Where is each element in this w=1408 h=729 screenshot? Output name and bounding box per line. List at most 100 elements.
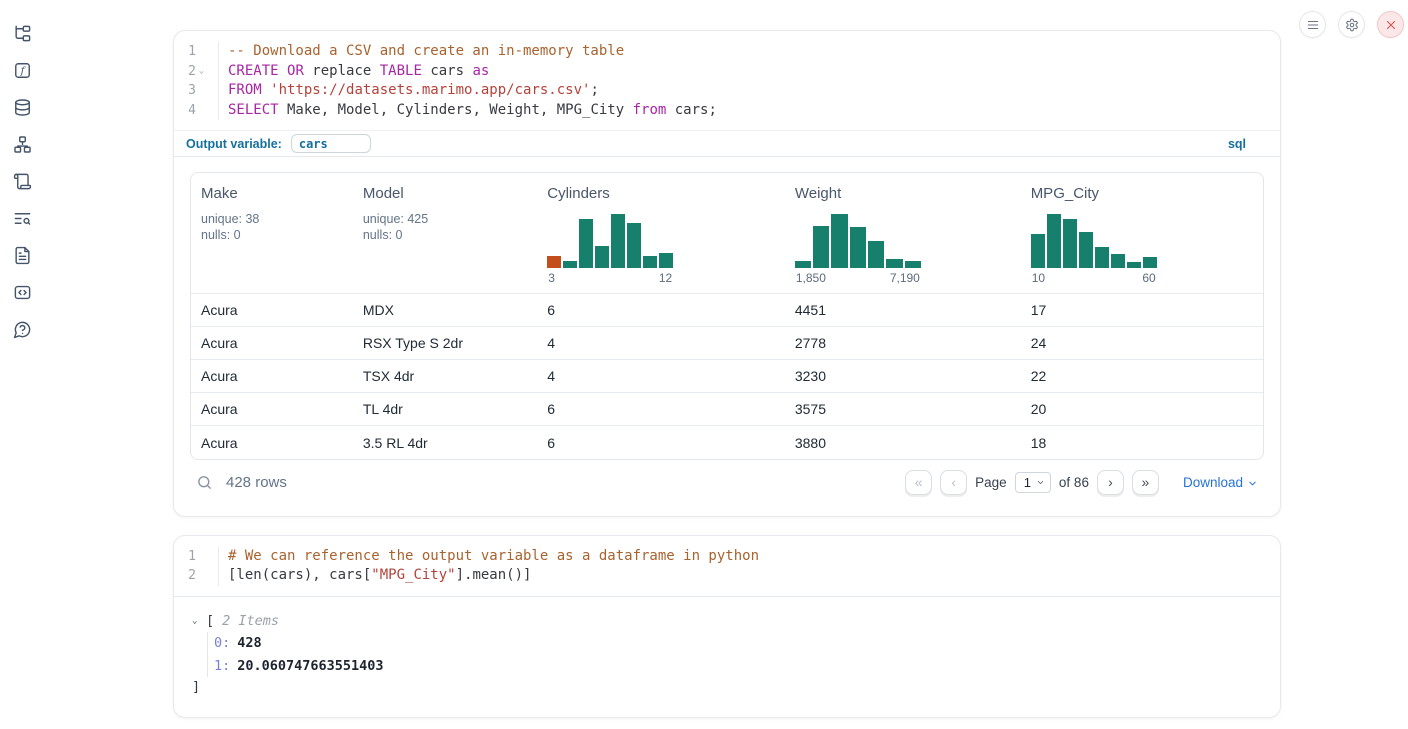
table-cell: Acura	[191, 294, 353, 327]
output-variable-label: Output variable:	[186, 137, 282, 151]
line-number-gutter: 1	[174, 547, 219, 567]
prev-page-button[interactable]: ‹	[940, 470, 967, 495]
code-line: 4SELECT Make, Model, Cylinders, Weight, …	[174, 101, 1280, 121]
column-name: Weight	[795, 185, 1011, 202]
table-cell: MDX	[353, 294, 537, 327]
histogram-axis: 312	[547, 271, 673, 285]
table-cell: TSX 4dr	[353, 360, 537, 393]
line-number: 2	[174, 62, 196, 82]
chevrons-left-icon: «	[915, 475, 923, 489]
python-cell-output: ⌄ [ 2 Items 0:4281:20.060747663551403 ]	[174, 596, 1280, 717]
output-variable-input[interactable]	[291, 134, 371, 153]
axis-min-label: 1,850	[796, 271, 826, 285]
list-items: 0:4281:20.060747663551403	[207, 632, 1264, 677]
database-icon[interactable]	[12, 97, 32, 117]
table-cell: 3575	[785, 393, 1021, 426]
code-token: # We can reference the output variable a…	[228, 548, 759, 564]
row-count: 428 rows	[226, 474, 287, 491]
axis-min-label: 3	[548, 271, 555, 285]
line-number: 1	[174, 42, 196, 62]
scratchpad-icon[interactable]	[12, 171, 32, 191]
help-icon[interactable]	[12, 319, 32, 339]
code-text: [len(cars), cars["MPG_City"].mean()]	[219, 566, 531, 586]
table-row[interactable]: AcuraTSX 4dr4323022	[191, 360, 1263, 393]
table-header-row: Makeunique: 38nulls: 0Modelunique: 425nu…	[191, 173, 1263, 294]
table-cell: 20	[1021, 393, 1263, 426]
last-page-button[interactable]: »	[1132, 470, 1159, 495]
axis-max-label: 60	[1142, 271, 1155, 285]
table-cell: 18	[1021, 426, 1263, 459]
histogram-bar	[627, 223, 641, 268]
search-icon[interactable]	[196, 474, 213, 491]
column-header[interactable]: Makeunique: 38nulls: 0	[191, 173, 353, 294]
table-cell: 3880	[785, 426, 1021, 459]
histogram-bar	[868, 241, 884, 268]
code-line: 3FROM 'https://datasets.marimo.app/cars.…	[174, 81, 1280, 101]
snippets-icon[interactable]	[12, 282, 32, 302]
close-bracket: ]	[192, 677, 1264, 697]
code-token: "MPG_City"	[371, 567, 455, 583]
table-row[interactable]: AcuraRSX Type S 2dr4277824	[191, 327, 1263, 360]
table-cell: 24	[1021, 327, 1263, 360]
menu-icon[interactable]	[1299, 11, 1326, 38]
column-stat: unique: 425	[363, 212, 527, 226]
code-token: OR	[287, 63, 304, 79]
histogram-bar	[1031, 234, 1045, 268]
fold-chevron-icon[interactable]: ⌄	[196, 62, 207, 82]
histogram-bar	[1143, 257, 1157, 268]
table-row[interactable]: AcuraTL 4dr6357520	[191, 393, 1263, 426]
documentation-icon[interactable]	[12, 245, 32, 265]
language-tag: sql	[1228, 137, 1246, 151]
sql-code-editor[interactable]: 1 -- Download a CSV and create an in-memo…	[174, 31, 1280, 130]
file-tree-icon[interactable]	[12, 23, 32, 43]
code-line: 1 # We can reference the output variable …	[174, 547, 1280, 567]
chevron-down-icon	[1247, 478, 1258, 489]
histogram-bar	[886, 259, 902, 268]
histogram-bar	[1095, 247, 1109, 268]
histogram-bar	[1127, 262, 1141, 268]
table-cell: 4451	[785, 294, 1021, 327]
column-header[interactable]: Cylinders312	[537, 173, 785, 294]
sql-cell: 1 -- Download a CSV and create an in-memo…	[173, 30, 1281, 517]
python-code-editor[interactable]: 1 # We can reference the output variable …	[174, 536, 1280, 596]
histogram-axis: 1,8507,190	[795, 271, 921, 285]
dependency-graph-icon[interactable]	[12, 134, 32, 154]
page-total: of 86	[1059, 475, 1089, 490]
table-cell: 3230	[785, 360, 1021, 393]
column-stat: unique: 38	[201, 212, 343, 226]
page-select[interactable]: 1	[1015, 472, 1051, 493]
line-number: 2	[174, 566, 196, 586]
axis-min-label: 10	[1032, 271, 1045, 285]
settings-gear-icon[interactable]	[1338, 11, 1365, 38]
collapse-chevron-icon[interactable]: ⌄	[192, 610, 204, 632]
next-page-button[interactable]: ›	[1097, 470, 1124, 495]
table-cell: 22	[1021, 360, 1263, 393]
code-token: -- Download a CSV and create an in-memor…	[228, 43, 624, 59]
line-number-gutter: 3	[174, 81, 219, 101]
item-key: 0:	[214, 635, 230, 651]
table-row[interactable]: AcuraMDX6445117	[191, 294, 1263, 327]
column-header[interactable]: Weight 1,8507,190	[785, 173, 1021, 294]
code-line: 2⌄CREATE OR replace TABLE cars as	[174, 62, 1280, 82]
line-number: 1	[174, 547, 196, 567]
column-header[interactable]: Modelunique: 425nulls: 0	[353, 173, 537, 294]
logs-icon[interactable]	[12, 208, 32, 228]
line-number: 3	[174, 81, 196, 101]
histogram-axis: 10 60	[1031, 271, 1157, 285]
item-value: 428	[237, 635, 261, 651]
table-cell: 2778	[785, 327, 1021, 360]
column-header[interactable]: MPG_City1060	[1021, 173, 1263, 294]
page-value: 1	[1024, 475, 1031, 490]
histogram-bar	[795, 261, 811, 268]
histogram-bar	[905, 261, 921, 268]
table-row[interactable]: Acura3.5 RL 4dr6388018	[191, 426, 1263, 459]
download-button[interactable]: Download	[1183, 475, 1258, 490]
variables-icon[interactable]: f	[12, 60, 32, 80]
shutdown-close-icon[interactable]	[1377, 11, 1404, 38]
list-item: 0: 428	[214, 632, 1264, 655]
code-text: # We can reference the output variable a…	[219, 547, 759, 567]
first-page-button[interactable]: «	[905, 470, 932, 495]
code-token: TABLE	[380, 63, 422, 79]
table-cell: Acura	[191, 426, 353, 459]
code-line: 1 -- Download a CSV and create an in-memo…	[174, 42, 1280, 62]
